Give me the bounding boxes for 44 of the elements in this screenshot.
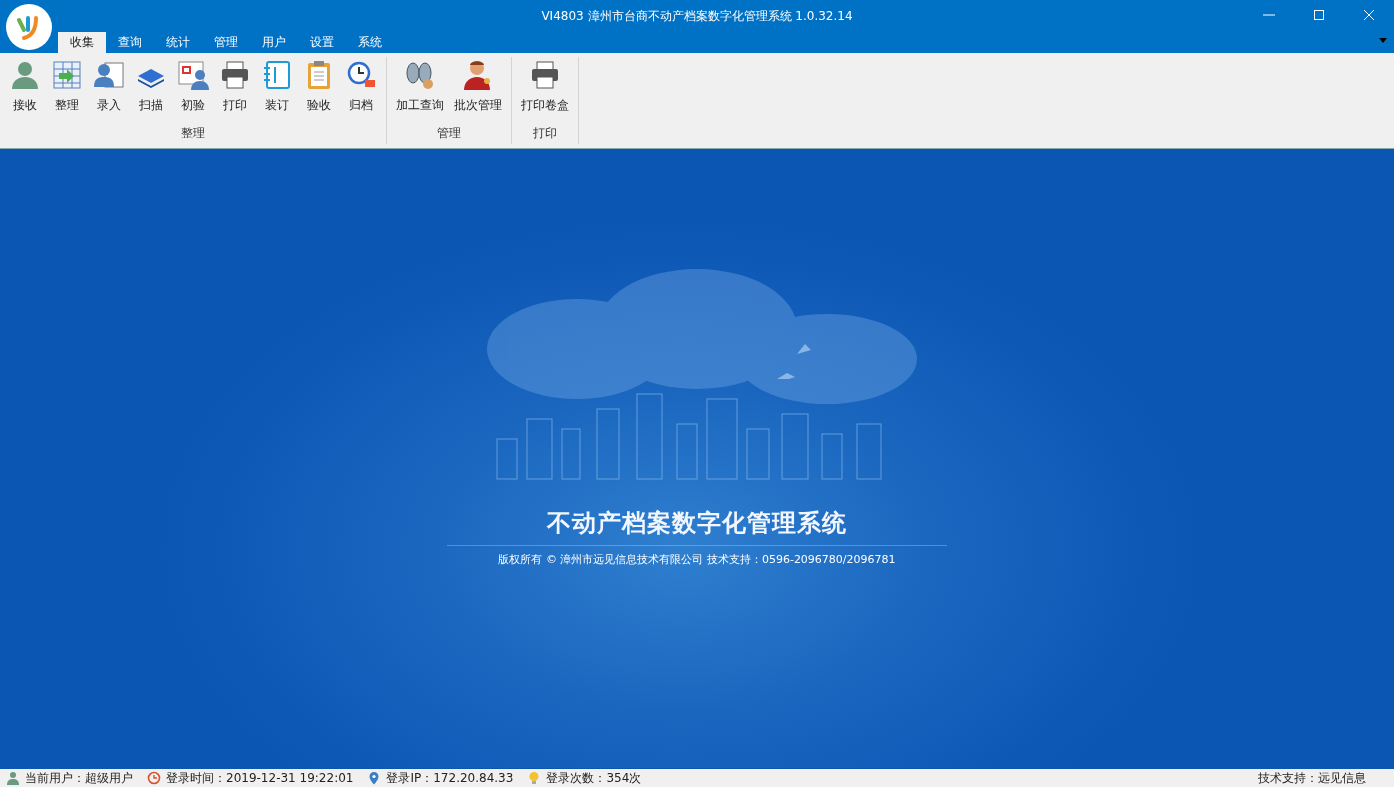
person-icon <box>6 771 20 785</box>
splash-title: 不动产档案数字化管理系统 <box>547 508 847 539</box>
ribbon-button[interactable]: 录入 <box>88 57 130 125</box>
contact-card-icon <box>93 59 125 91</box>
printer-icon <box>529 59 561 91</box>
ribbon-button[interactable]: 批次管理 <box>449 57 507 125</box>
status-text: 登录时间：2019-12-31 19:22:01 <box>166 769 354 787</box>
ribbon-button[interactable]: 接收 <box>4 57 46 125</box>
ribbon-tab[interactable]: 管理 <box>202 32 250 53</box>
ribbon-button[interactable]: 打印 <box>214 57 256 125</box>
status-text: 技术支持：远见信息 <box>1258 769 1366 787</box>
clock-icon <box>147 771 161 785</box>
status-text: 登录次数：354次 <box>546 769 642 787</box>
ribbon-tab[interactable]: 用户 <box>250 32 298 53</box>
binoculars-icon <box>404 59 436 91</box>
status-text: 当前用户：超级用户 <box>25 769 133 787</box>
person-icon <box>9 59 41 91</box>
group-label: 打印 <box>533 125 557 142</box>
group-label: 整理 <box>181 125 205 142</box>
ribbon-button[interactable]: 扫描 <box>130 57 172 125</box>
ribbon-button[interactable]: 整理 <box>46 57 88 125</box>
notebook-icon <box>261 59 293 91</box>
ribbon-tab[interactable]: 收集 <box>58 32 106 53</box>
ribbon-tab[interactable]: 设置 <box>298 32 346 53</box>
ribbon-tab[interactable]: 统计 <box>154 32 202 53</box>
group-label: 管理 <box>437 125 461 142</box>
ribbon-tab[interactable]: 查询 <box>106 32 154 53</box>
ribbon-button[interactable]: 初验 <box>172 57 214 125</box>
close-icon <box>1363 9 1375 21</box>
status-text: 登录IP：172.20.84.33 <box>386 769 514 787</box>
caret-icon[interactable] <box>1379 38 1387 43</box>
table-icon <box>51 59 83 91</box>
calendar-person-icon <box>177 59 209 91</box>
ribbon-button[interactable]: 归档 <box>340 57 382 125</box>
app-logo[interactable] <box>6 4 52 50</box>
maximize-icon <box>1313 9 1325 21</box>
ribbon-button[interactable]: 打印卷盒 <box>516 57 574 125</box>
ribbon-tab[interactable]: 系统 <box>346 32 394 53</box>
window-title: VI4803 漳州市台商不动产档案数字化管理系统 1.0.32.14 <box>541 7 853 25</box>
ribbon-button[interactable]: 验收 <box>298 57 340 125</box>
ribbon-button[interactable]: 加工查询 <box>391 57 449 125</box>
ribbon-button[interactable]: 装订 <box>256 57 298 125</box>
copyright-text: 版权所有 © 漳州市远见信息技术有限公司 技术支持：0596-2096780/2096781 <box>498 552 896 567</box>
printer-icon <box>219 59 251 91</box>
